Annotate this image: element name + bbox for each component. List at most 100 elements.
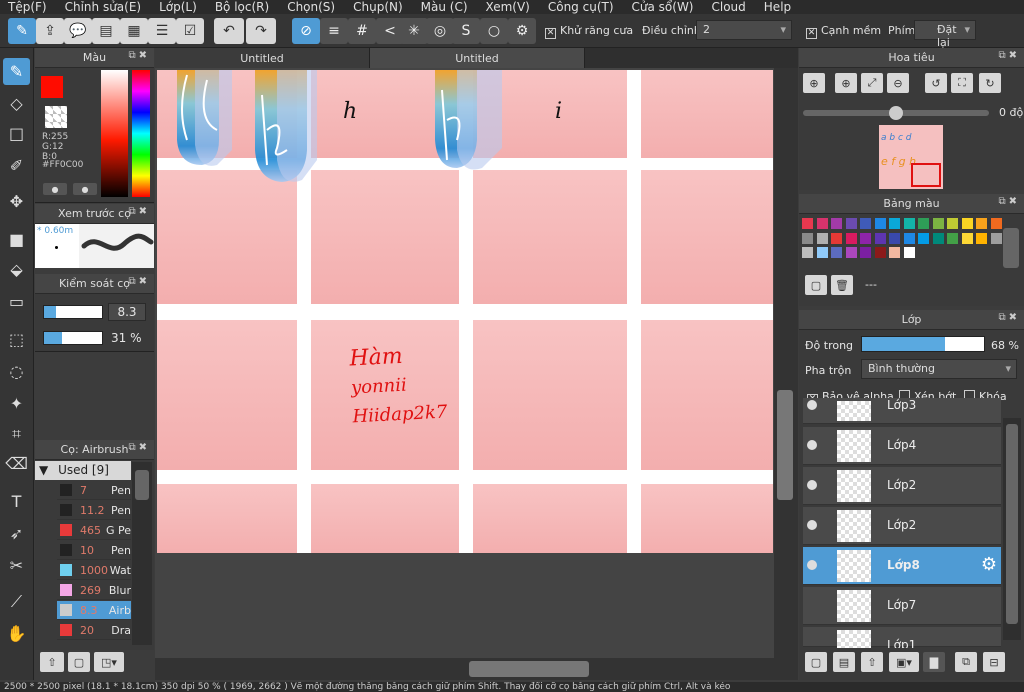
palette-swatch[interactable] <box>918 218 929 229</box>
palette-swatch[interactable] <box>903 232 915 244</box>
shape-icon[interactable]: □ <box>3 120 30 147</box>
zoom-out-icon[interactable]: ⊖ <box>887 73 909 93</box>
palette-swatch[interactable] <box>831 247 842 258</box>
brush-size-slider[interactable] <box>43 305 103 319</box>
reset-view-icon[interactable]: ⛶ <box>951 73 973 93</box>
brush-cloud-button[interactable]: ⇧ <box>40 652 64 672</box>
color-picker-button[interactable]: ● <box>73 183 97 195</box>
palette-swatch[interactable] <box>816 247 828 258</box>
snap-ellipse-icon[interactable]: ○ <box>480 18 508 44</box>
select-eraser-icon[interactable]: ⌫ <box>3 450 30 477</box>
brush-icon[interactable]: ✎ <box>3 58 30 85</box>
divide-icon[interactable]: ✂ <box>3 552 30 579</box>
edge-checkbox[interactable]: ✕ <box>806 28 817 39</box>
undo-icon[interactable]: ↶ <box>214 18 244 44</box>
redo-icon[interactable]: ↷ <box>246 18 276 44</box>
palette-swatch[interactable] <box>860 247 871 258</box>
reset-button[interactable]: Đặt lại <box>914 20 976 49</box>
brush-item[interactable]: 8.3 Airb <box>57 601 131 620</box>
hand-icon[interactable]: ✋ <box>3 620 30 647</box>
navigator-thumbnail[interactable]: a b c d e f g h <box>879 125 943 189</box>
menu-view[interactable]: Xem(V) <box>486 1 530 13</box>
menu-layer[interactable]: Lớp(L) <box>159 1 197 13</box>
material-icon[interactable]: ☰ <box>148 18 176 44</box>
visibility-icon[interactable] <box>807 440 817 450</box>
eraser-icon[interactable]: ◇ <box>3 90 30 117</box>
palette-swatch[interactable] <box>990 218 1002 229</box>
palette-swatch[interactable] <box>889 247 900 258</box>
transparent-swatch[interactable] <box>45 106 67 128</box>
layer-row[interactable]: Lớp4 <box>803 427 1001 465</box>
layer-list-scrollbar[interactable] <box>1003 418 1021 640</box>
snap-settings-icon[interactable]: ⚙ <box>508 18 536 44</box>
visibility-icon[interactable] <box>807 560 817 570</box>
palette-swatch[interactable] <box>845 247 857 258</box>
rect-select-icon[interactable]: ⬚ <box>3 326 30 353</box>
brush-list-scrollbar[interactable] <box>132 462 152 645</box>
menu-help[interactable]: Help <box>764 1 791 13</box>
brush-item[interactable]: 465 G Pe <box>57 521 131 540</box>
new-raster-icon[interactable]: ▤ <box>833 652 855 672</box>
palette-swatch[interactable] <box>932 232 944 244</box>
canvas-horizontal-scrollbar[interactable] <box>155 658 798 680</box>
panel-window-icon[interactable]: ⧉✖ <box>998 50 1020 61</box>
palette-swatch[interactable] <box>903 247 915 258</box>
vertical-scroll-thumb[interactable] <box>777 390 793 500</box>
brush-size-value[interactable]: 8.3 <box>108 303 146 321</box>
eyedropper-icon[interactable]: ⟋ <box>3 588 30 615</box>
magic-wand-icon[interactable]: ✦ <box>3 390 30 417</box>
brush-menu-button[interactable]: ◳▾ <box>94 652 124 672</box>
add-layer-menu-icon[interactable]: ▣▾ <box>889 652 919 672</box>
import-layer-icon[interactable]: ⇧ <box>861 652 883 672</box>
bucket-icon[interactable]: ⬙ <box>3 256 30 283</box>
lasso-icon[interactable]: ◌ <box>3 358 30 385</box>
brightness-bar[interactable] <box>101 70 128 197</box>
palette-swatch[interactable] <box>845 232 857 244</box>
menu-window[interactable]: Cửa sổ(W) <box>632 1 694 13</box>
speech-icon[interactable]: ▤ <box>92 18 120 44</box>
text-icon[interactable]: T <box>3 488 30 515</box>
checklist-icon[interactable]: ☑ <box>176 18 204 44</box>
panel-window-icon[interactable]: ⧉✖ <box>128 206 150 217</box>
delete-palette-icon[interactable]: 🗑 <box>831 275 853 295</box>
snap-off-icon[interactable]: ⊘ <box>292 18 320 44</box>
comment-icon[interactable]: 💬 <box>64 18 92 44</box>
drawing-canvas[interactable]: h i Hàm yonnii Hiidap2k7 <box>157 70 773 553</box>
palette-swatch[interactable] <box>874 247 886 258</box>
menu-capture[interactable]: Chụp(N) <box>353 1 403 13</box>
operation-icon[interactable]: ➶ <box>3 520 30 547</box>
palette-swatch[interactable] <box>976 232 987 244</box>
layer-row[interactable]: Lớp2 <box>803 467 1001 505</box>
new-palette-icon[interactable]: ▢ <box>805 275 827 295</box>
palette-swatch[interactable] <box>845 218 857 229</box>
menu-tools[interactable]: Công cụ(T) <box>548 1 614 13</box>
layer-row[interactable]: Lớp3 <box>803 398 1001 424</box>
layer-settings-icon[interactable]: ⚙ <box>981 554 997 575</box>
brush-item[interactable]: 10 Pen <box>57 541 131 560</box>
snap-curve-icon[interactable]: S <box>452 18 480 44</box>
viewport-indicator[interactable] <box>911 163 941 187</box>
snap-parallel-icon[interactable]: ≡ <box>320 18 348 44</box>
palette-swatch[interactable] <box>947 218 958 229</box>
brush-new-button[interactable]: ▢ <box>68 652 90 672</box>
palette-swatch[interactable] <box>932 218 944 229</box>
snap-circle-icon[interactable]: ◎ <box>426 18 454 44</box>
menu-color[interactable]: Màu (C) <box>421 1 468 13</box>
layer-opacity-slider[interactable] <box>861 336 985 352</box>
zoom-in-alt-icon[interactable]: ⊕ <box>835 73 857 93</box>
visibility-icon[interactable] <box>807 520 817 530</box>
palette-swatch[interactable] <box>990 232 1002 244</box>
group-expand-icon[interactable]: ▼ <box>39 463 48 477</box>
palette-scrollbar[interactable] <box>1003 228 1019 268</box>
panel-window-icon[interactable]: ⧉✖ <box>128 442 150 453</box>
palette-swatch[interactable] <box>831 218 842 229</box>
brush-opacity-slider[interactable] <box>43 331 103 345</box>
palette-swatch[interactable] <box>961 218 973 229</box>
palette-swatch[interactable] <box>860 218 871 229</box>
brush-item[interactable]: 269 Blur <box>57 581 131 600</box>
palette-swatch[interactable] <box>874 232 886 244</box>
palette-swatch[interactable] <box>802 232 813 244</box>
antialias-toggle[interactable]: ✕ Khử răng cưa <box>545 24 633 39</box>
adjust-select[interactable]: 2 <box>696 20 792 40</box>
layer-row[interactable]: Lớp1 <box>803 627 1001 662</box>
